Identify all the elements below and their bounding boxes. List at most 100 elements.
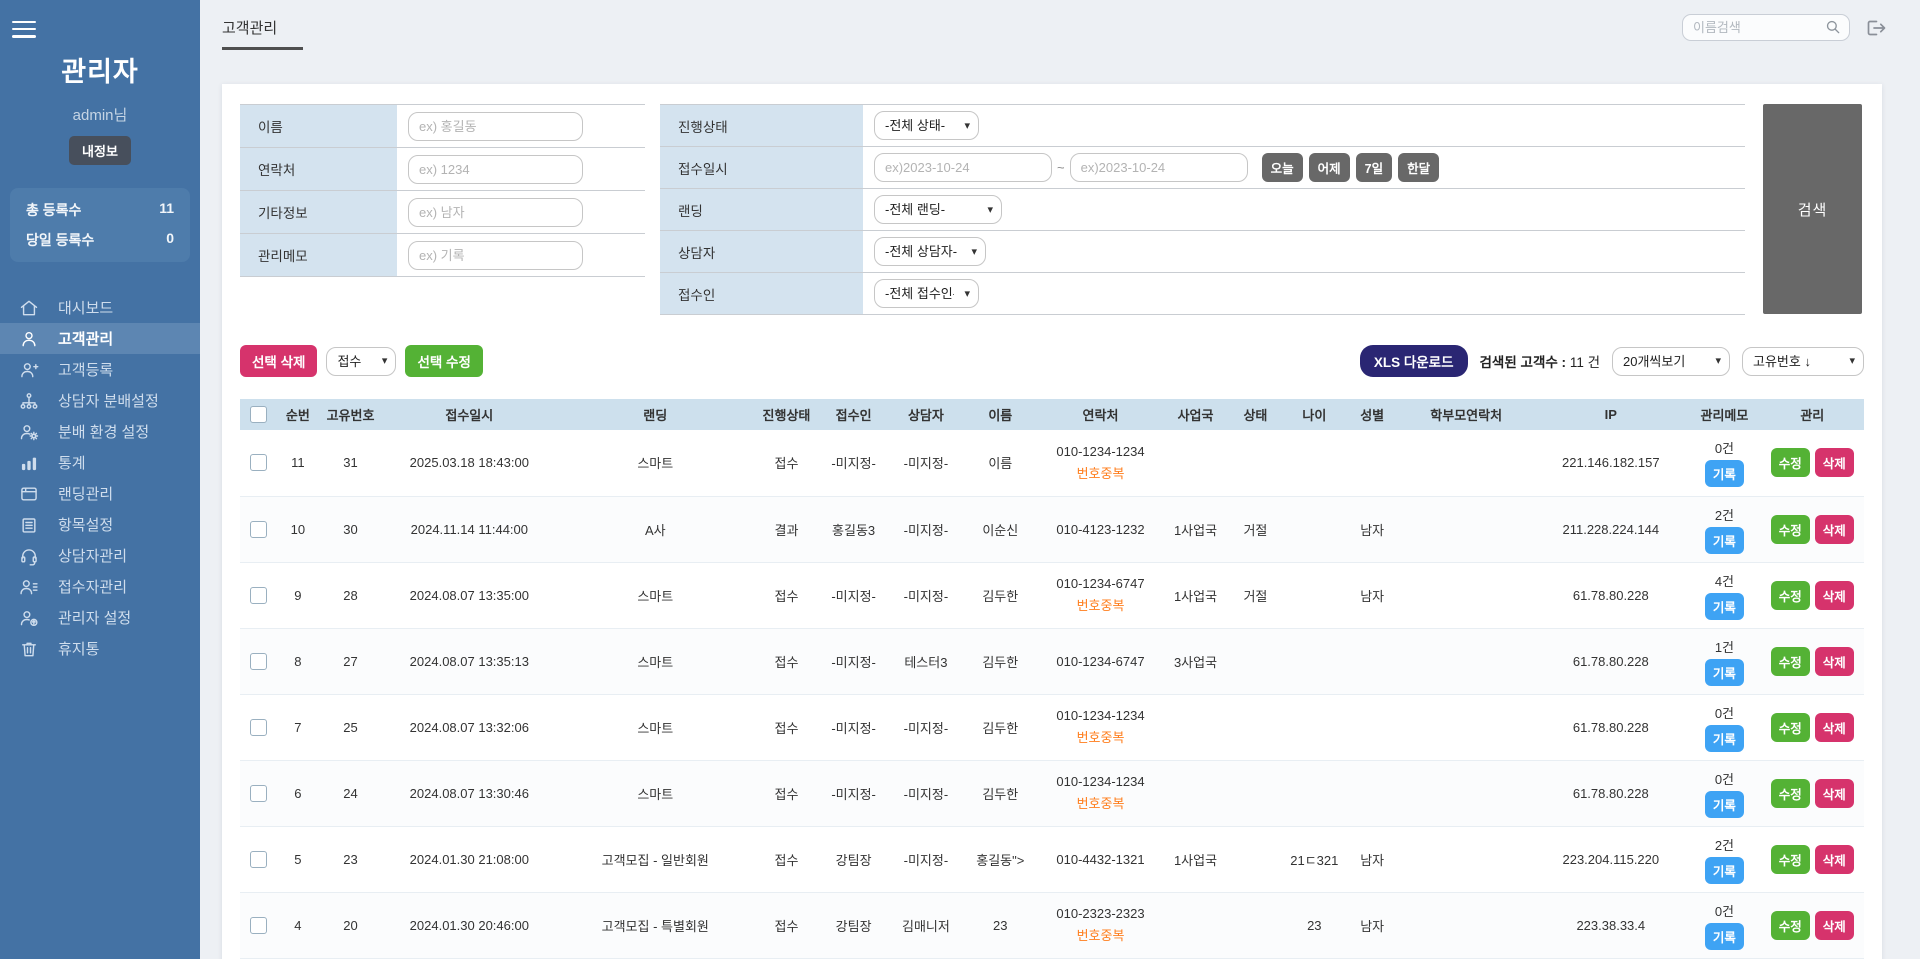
cell-business: 1사업국	[1164, 496, 1228, 562]
filter-input[interactable]	[408, 112, 583, 141]
sidebar-item[interactable]: 휴지통	[0, 633, 200, 664]
select-all-checkbox[interactable]	[250, 406, 267, 423]
search-button[interactable]: 검색	[1763, 104, 1862, 314]
filter-right-table: 진행상태 -전체 상태-▾ 접수일시 ~ 오늘어제7일한달 랜딩	[660, 104, 1745, 315]
stat-row: 당일 등록수 0	[26, 225, 174, 255]
delete-button[interactable]: 삭제	[1815, 647, 1854, 676]
logout-icon[interactable]	[1863, 16, 1887, 40]
delete-button[interactable]: 삭제	[1815, 713, 1854, 742]
record-button[interactable]: 기록	[1705, 923, 1744, 950]
delete-button[interactable]: 삭제	[1815, 448, 1854, 477]
date-from-input[interactable]	[874, 153, 1052, 182]
sidebar-item[interactable]: 대시보드	[0, 292, 200, 323]
filter-left-table: 이름 연락처 기타정보 관리메모	[240, 104, 645, 277]
table-row: 10302024.11.14 11:44:00A사결과홍길동3-미지정-이순신0…	[240, 496, 1864, 562]
row-checkbox[interactable]	[250, 851, 267, 868]
filter-input[interactable]	[408, 241, 583, 270]
sidebar-item[interactable]: 통계	[0, 447, 200, 478]
sort-select[interactable]: 고유번호 ↓	[1742, 347, 1864, 376]
row-checkbox[interactable]	[250, 785, 267, 802]
record-button[interactable]: 기록	[1705, 527, 1744, 554]
edit-button[interactable]: 수정	[1771, 448, 1810, 477]
delete-selected-button[interactable]: 선택 삭제	[240, 345, 317, 377]
row-checkbox[interactable]	[250, 653, 267, 670]
filter-row: 기타정보	[240, 191, 645, 234]
cell-landing: A사	[556, 496, 754, 562]
sidebar-item[interactable]: 상담자관리	[0, 540, 200, 571]
sidebar-item[interactable]: 항목설정	[0, 509, 200, 540]
cell-manage: 수정삭제	[1761, 892, 1864, 958]
delete-button[interactable]: 삭제	[1815, 845, 1854, 874]
row-checkbox[interactable]	[250, 917, 267, 934]
user-up-icon	[19, 608, 39, 628]
record-button[interactable]: 기록	[1705, 857, 1744, 884]
date-to-input[interactable]	[1070, 153, 1248, 182]
edit-button[interactable]: 수정	[1771, 779, 1810, 808]
cell-ip: 221.146.182.157	[1533, 430, 1688, 496]
cell-memo: 0건기록	[1688, 760, 1760, 826]
sidebar-item[interactable]: 상담자 분배설정	[0, 385, 200, 416]
edit-button[interactable]: 수정	[1771, 515, 1810, 544]
cell-seq: 11	[277, 430, 318, 496]
page-size-select[interactable]: 20개씩보기	[1612, 347, 1730, 376]
row-checkbox[interactable]	[250, 454, 267, 471]
status-filter-select[interactable]: -전체 상태-	[874, 111, 979, 140]
delete-button[interactable]: 삭제	[1815, 779, 1854, 808]
date-separator: ~	[1057, 160, 1065, 175]
xls-download-button[interactable]: XLS 다운로드	[1360, 345, 1468, 377]
cell-date: 2024.01.30 21:08:00	[383, 826, 557, 892]
sidebar-item[interactable]: 접수자관리	[0, 571, 200, 602]
duplicate-number-label: 번호중복	[1037, 925, 1163, 944]
landing-filter-select[interactable]: -전체 랜딩-	[874, 195, 1002, 224]
record-button[interactable]: 기록	[1705, 593, 1744, 620]
filter-input[interactable]	[408, 155, 583, 184]
search-icon[interactable]	[1824, 18, 1842, 41]
record-button[interactable]: 기록	[1705, 791, 1744, 818]
date-quick-button[interactable]: 어제	[1309, 153, 1350, 182]
sidebar-item[interactable]: 관리자 설정	[0, 602, 200, 633]
cell-manage: 수정삭제	[1761, 826, 1864, 892]
cell-state	[1228, 694, 1284, 760]
date-quick-button[interactable]: 오늘	[1262, 153, 1303, 182]
cell-ip: 61.78.80.228	[1533, 562, 1688, 628]
cell-gender	[1345, 430, 1399, 496]
my-info-button[interactable]: 내정보	[69, 136, 131, 165]
filter-input[interactable]	[408, 198, 583, 227]
date-quick-button[interactable]: 7일	[1356, 153, 1392, 182]
row-checkbox[interactable]	[250, 521, 267, 538]
edit-button[interactable]: 수정	[1771, 713, 1810, 742]
delete-button[interactable]: 삭제	[1815, 911, 1854, 940]
edit-selected-button[interactable]: 선택 수정	[405, 345, 482, 377]
table-row: 11312025.03.18 18:43:00스마트접수-미지정--미지정-이름…	[240, 430, 1864, 496]
sidebar-title: 관리자	[0, 50, 200, 89]
counselor-filter-select[interactable]: -전체 상담자-	[874, 237, 986, 266]
cell-ip: 61.78.80.228	[1533, 694, 1688, 760]
status-change-select[interactable]: 접수	[326, 347, 396, 376]
edit-button[interactable]: 수정	[1771, 911, 1810, 940]
sidebar-item[interactable]: 분배 환경 설정	[0, 416, 200, 447]
sidebar-item[interactable]: 랜딩관리	[0, 478, 200, 509]
memo-count: 0건	[1688, 703, 1760, 722]
edit-button[interactable]: 수정	[1771, 581, 1810, 610]
cell-age: 21ㄷ321	[1283, 826, 1345, 892]
record-button[interactable]: 기록	[1705, 725, 1744, 752]
row-checkbox[interactable]	[250, 587, 267, 604]
receiver-filter-select[interactable]: -전체 접수인-	[874, 279, 979, 308]
filter-label-receiver: 접수인	[660, 273, 863, 314]
tab-customer-management[interactable]: 고객관리	[222, 17, 303, 50]
row-checkbox[interactable]	[250, 719, 267, 736]
record-button[interactable]: 기록	[1705, 460, 1744, 487]
edit-button[interactable]: 수정	[1771, 647, 1810, 676]
hamburger-menu-icon[interactable]	[12, 16, 36, 42]
edit-button[interactable]: 수정	[1771, 845, 1810, 874]
date-quick-button[interactable]: 한달	[1398, 153, 1439, 182]
cell-parent-phone	[1399, 826, 1533, 892]
sidebar-item[interactable]: 고객관리	[0, 323, 200, 354]
record-button[interactable]: 기록	[1705, 659, 1744, 686]
trash-icon	[19, 639, 39, 659]
delete-button[interactable]: 삭제	[1815, 581, 1854, 610]
delete-button[interactable]: 삭제	[1815, 515, 1854, 544]
cell-seq: 6	[277, 760, 318, 826]
sidebar-item[interactable]: 고객등록	[0, 354, 200, 385]
result-count: 검색된 고객수 : 11 건	[1480, 351, 1600, 371]
